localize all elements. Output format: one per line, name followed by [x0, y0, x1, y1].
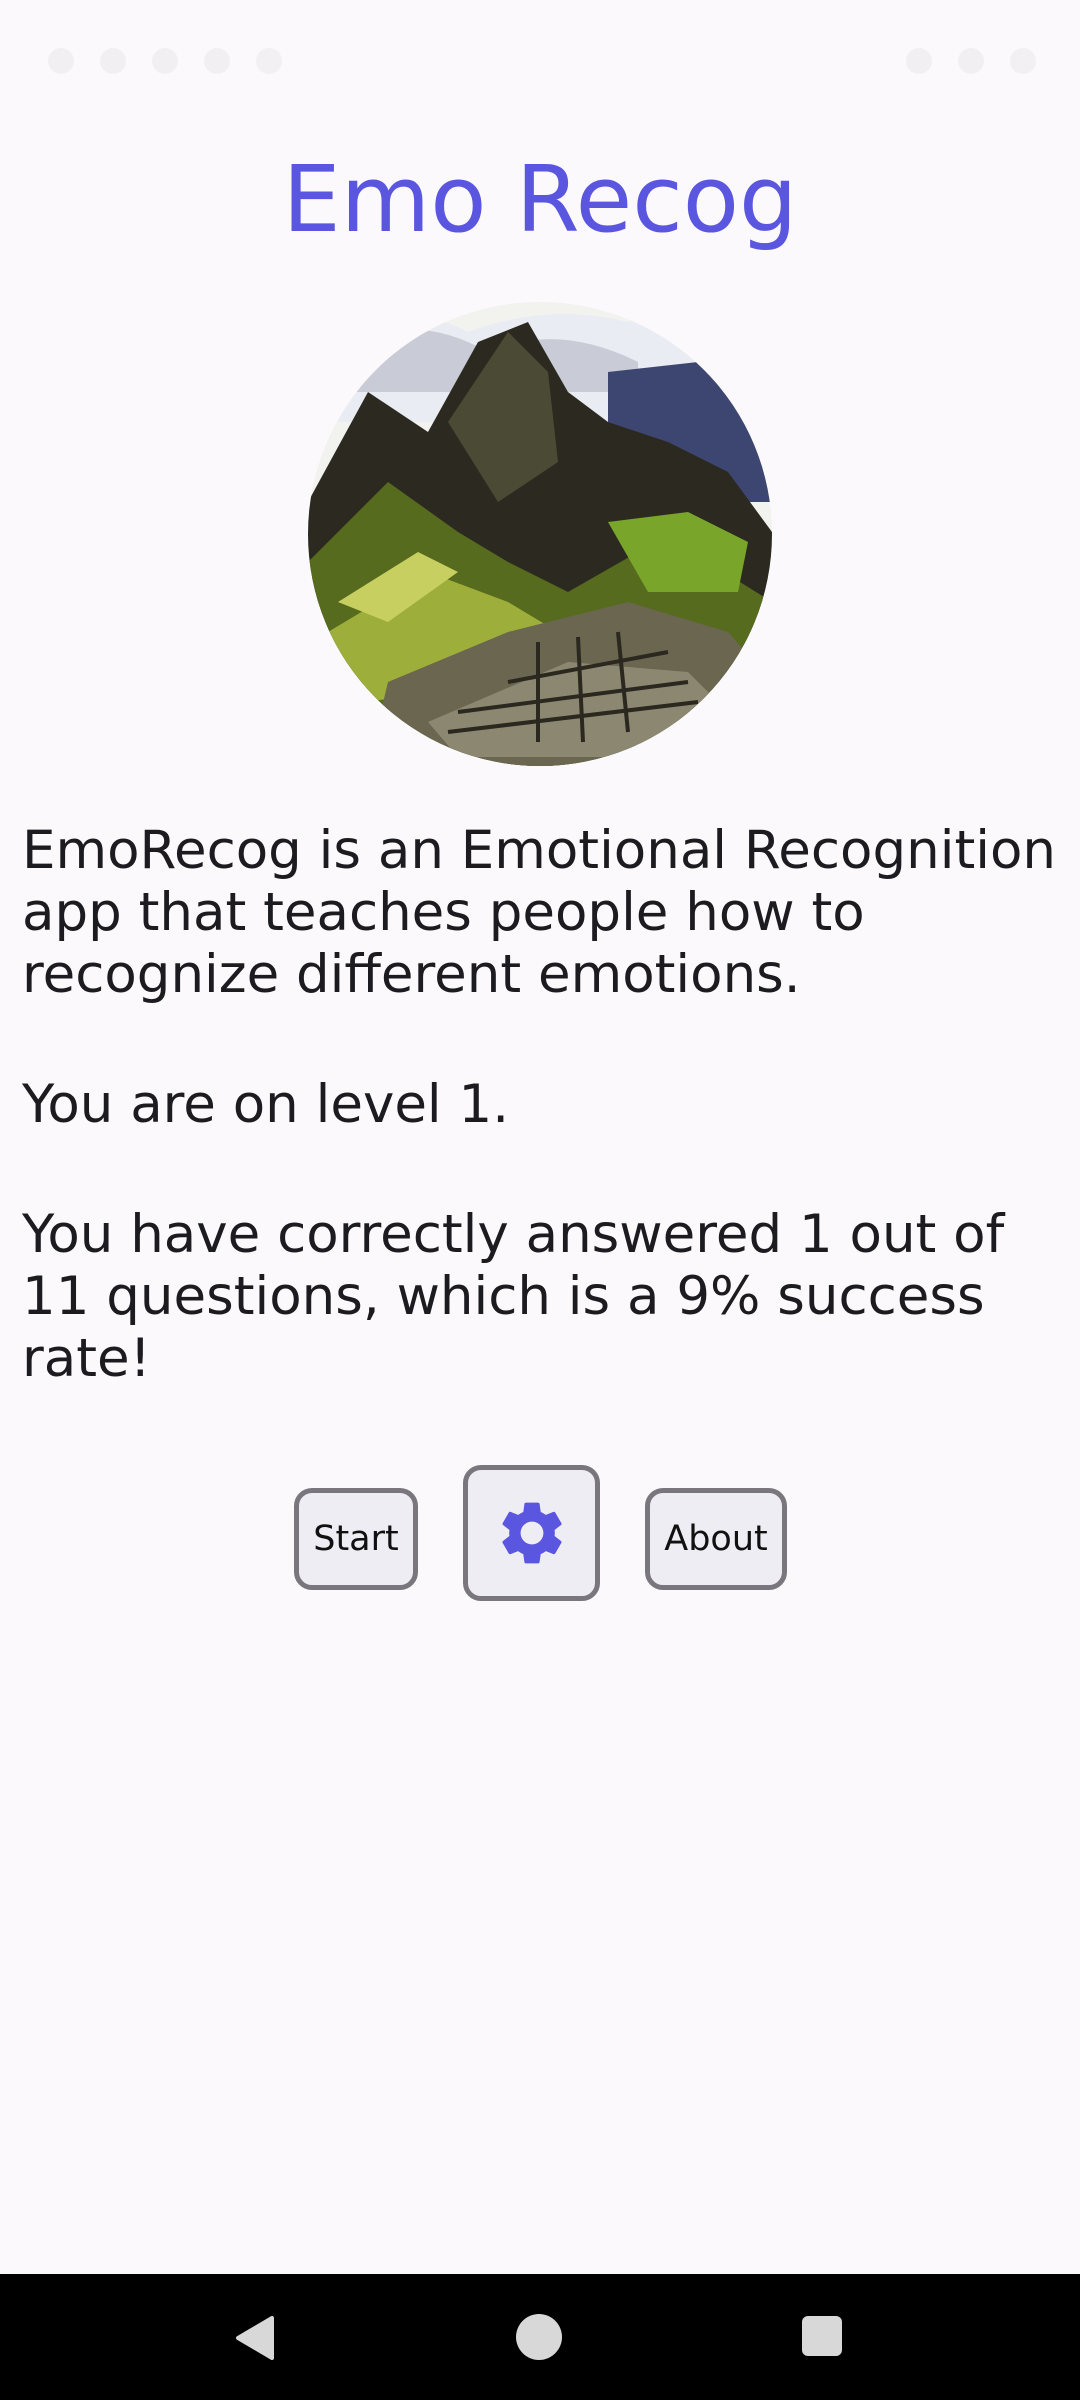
hero-image — [308, 302, 772, 766]
gear-icon — [501, 1502, 562, 1564]
about-button[interactable]: About — [645, 1488, 787, 1590]
status-bar — [0, 0, 1080, 130]
app-description: EmoRecog is an Emotional Recognition app… — [22, 820, 1056, 1005]
home-circle-icon[interactable] — [516, 2314, 562, 2360]
recent-square-icon[interactable] — [802, 2316, 842, 2356]
description-block: EmoRecog is an Emotional Recognition app… — [22, 820, 1067, 1390]
settings-button[interactable] — [463, 1465, 600, 1601]
back-triangle-icon[interactable] — [232, 2314, 276, 2362]
status-system-icons — [906, 48, 1036, 74]
status-notification-icons — [48, 48, 282, 74]
level-status: You are on level 1. — [22, 1074, 510, 1135]
app-title: Emo Recog — [282, 146, 798, 253]
score-summary: You have correctly answered 1 out of 11 … — [22, 1204, 1005, 1389]
mountain-ruins-photo — [308, 302, 772, 766]
start-button-label: Start — [313, 1519, 399, 1559]
navigation-bar — [0, 2274, 1080, 2400]
about-button-label: About — [664, 1519, 768, 1559]
start-button[interactable]: Start — [294, 1488, 418, 1590]
